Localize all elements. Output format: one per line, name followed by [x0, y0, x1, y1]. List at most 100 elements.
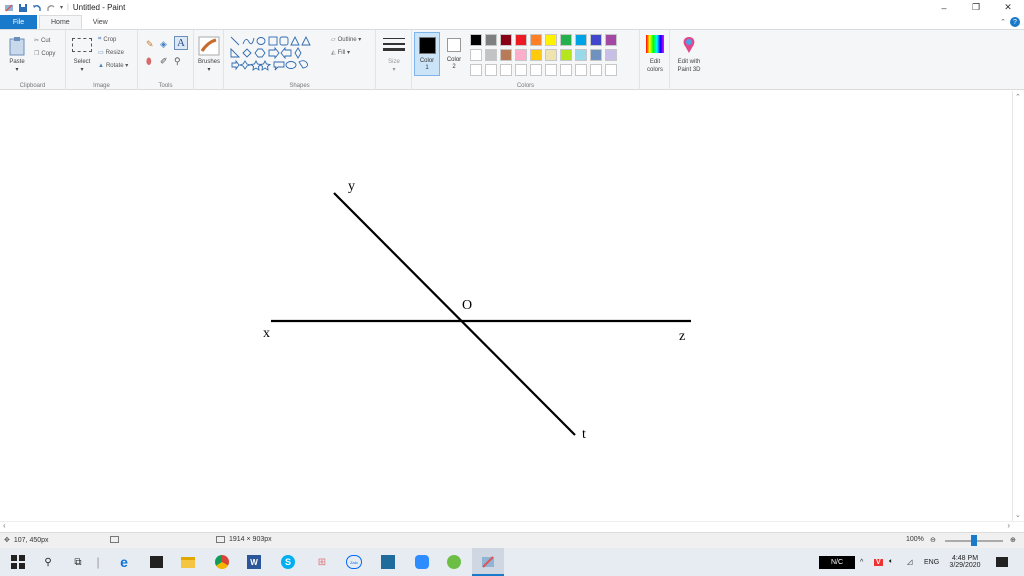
size-chevron-icon[interactable]: ▾ [376, 66, 412, 73]
skype-icon[interactable]: S [280, 554, 296, 570]
palette-swatch[interactable] [560, 49, 572, 61]
volume-icon[interactable]: 🔈︎ [889, 548, 893, 576]
store-icon[interactable] [148, 554, 164, 570]
task-view-icon[interactable]: ⧉ [70, 554, 86, 570]
tab-view[interactable]: View [82, 15, 119, 29]
notifications-icon[interactable] [996, 548, 1008, 576]
brush-icon[interactable] [198, 36, 220, 56]
clock[interactable]: 4:48 PM 3/29/2020 [946, 548, 984, 576]
palette-swatch[interactable] [605, 34, 617, 46]
palette-swatch[interactable] [515, 64, 527, 76]
paint3d-icon[interactable] [680, 35, 698, 55]
restore-button[interactable]: ❐ [960, 0, 992, 15]
palette-swatch[interactable] [530, 34, 542, 46]
pencil-icon[interactable]: ✎ [146, 39, 154, 50]
close-button[interactable]: ✕ [992, 0, 1024, 15]
edit-colors-button[interactable]: Edit [640, 59, 670, 65]
zoom-meeting-icon[interactable] [414, 554, 430, 570]
scroll-down-icon[interactable]: ⌄ [1015, 511, 1021, 519]
customize-qa-chevron-icon[interactable]: ▾ [60, 4, 63, 11]
palette-swatch[interactable] [470, 64, 482, 76]
size-icon[interactable] [382, 36, 406, 56]
zoom-slider-thumb[interactable] [971, 535, 977, 546]
scroll-up-icon[interactable]: ⌃ [1015, 93, 1021, 101]
palette-swatch[interactable] [500, 64, 512, 76]
minimize-button[interactable]: – [928, 0, 960, 15]
scroll-right-icon[interactable]: › [1007, 521, 1010, 530]
coccoc-icon[interactable] [446, 554, 462, 570]
windows-start-icon[interactable] [10, 554, 26, 570]
color-spectrum-icon[interactable] [646, 35, 664, 53]
chrome-icon[interactable] [214, 554, 230, 570]
palette-swatch[interactable] [500, 34, 512, 46]
save-icon[interactable] [18, 3, 28, 13]
geogebra-icon[interactable] [380, 554, 396, 570]
zoom-out-icon[interactable]: ⊖ [930, 536, 936, 544]
palette-swatch[interactable] [500, 49, 512, 61]
fill-bucket-icon[interactable]: ◈ [160, 39, 167, 50]
color1-button[interactable]: Color 1 [414, 32, 440, 76]
paste-icon[interactable] [8, 36, 26, 56]
fill-button[interactable]: ◭ Fill ▾ [331, 49, 350, 56]
paste-chevron-icon[interactable]: ▾ [4, 66, 30, 73]
resize-button[interactable]: ▭ Resize [98, 49, 124, 57]
palette-swatch[interactable] [560, 34, 572, 46]
drawing-canvas[interactable]: x y z t O [0, 91, 1013, 521]
edit-with-paint3d-button[interactable]: Edit with [670, 59, 708, 65]
palette-swatch[interactable] [575, 34, 587, 46]
copy-button[interactable]: ❐ Copy [34, 50, 55, 58]
paint-taskbar-button[interactable] [472, 548, 504, 576]
nc-indicator[interactable]: N/C [819, 556, 855, 569]
edge-icon[interactable]: e [116, 554, 132, 570]
search-icon[interactable]: ⚲ [40, 554, 56, 570]
brushes-button[interactable]: Brushes [194, 59, 224, 65]
language-indicator[interactable]: ENG [924, 548, 939, 576]
palette-swatch[interactable] [470, 34, 482, 46]
vertical-scrollbar[interactable]: ⌃ ⌄ [1013, 91, 1024, 521]
zalo-icon[interactable]: Zalo [346, 554, 362, 570]
file-explorer-icon[interactable] [180, 554, 196, 570]
select-chevron-icon[interactable]: ▾ [68, 66, 96, 73]
palette-swatch[interactable] [485, 64, 497, 76]
palette-swatch[interactable] [530, 49, 542, 61]
eraser-icon[interactable]: ⬮ [146, 56, 152, 67]
palette-swatch[interactable] [530, 64, 542, 76]
network-icon[interactable]: ◿ [907, 548, 912, 576]
shapes-gallery[interactable] [229, 35, 329, 73]
size-button[interactable]: Size [376, 59, 412, 65]
palette-swatch[interactable] [560, 64, 572, 76]
cut-button[interactable]: ✂ Cut [34, 37, 50, 45]
color-picker-icon[interactable]: ✐ [160, 56, 168, 67]
select-icon[interactable] [72, 38, 92, 52]
word-icon[interactable]: W [246, 554, 262, 570]
horizontal-scrollbar[interactable]: ‹ › [0, 521, 1024, 532]
palette-swatch[interactable] [485, 34, 497, 46]
crop-button[interactable]: ⌗ Crop [98, 36, 116, 43]
palette-swatch[interactable] [485, 49, 497, 61]
palette-swatch[interactable] [590, 49, 602, 61]
rotate-button[interactable]: ▲ Rotate ▾ [98, 62, 128, 70]
palette-swatch[interactable] [545, 34, 557, 46]
palette-swatch[interactable] [575, 64, 587, 76]
outline-button[interactable]: ▱ Outline ▾ [331, 36, 361, 43]
text-tool-icon[interactable]: A [174, 36, 188, 50]
unikey-icon[interactable]: ⊞ [314, 554, 330, 570]
magnifier-icon[interactable]: ⚲ [174, 56, 181, 67]
undo-icon[interactable] [32, 3, 42, 13]
redo-icon[interactable] [46, 3, 56, 13]
color2-button[interactable]: Color 2 [442, 32, 468, 76]
brushes-chevron-icon[interactable]: ▾ [194, 66, 224, 73]
paste-button[interactable]: Paste [4, 59, 30, 65]
unikey-tray-icon[interactable]: V [874, 548, 883, 576]
palette-swatch[interactable] [605, 64, 617, 76]
help-icon[interactable]: ? [1010, 17, 1020, 27]
tab-home[interactable]: Home [39, 15, 82, 29]
palette-swatch[interactable] [470, 49, 482, 61]
palette-swatch[interactable] [605, 49, 617, 61]
palette-swatch[interactable] [545, 64, 557, 76]
show-hidden-icons[interactable]: ^ [860, 548, 863, 576]
tab-file[interactable]: File [0, 15, 37, 29]
palette-swatch[interactable] [545, 49, 557, 61]
palette-swatch[interactable] [515, 34, 527, 46]
palette-swatch[interactable] [590, 34, 602, 46]
